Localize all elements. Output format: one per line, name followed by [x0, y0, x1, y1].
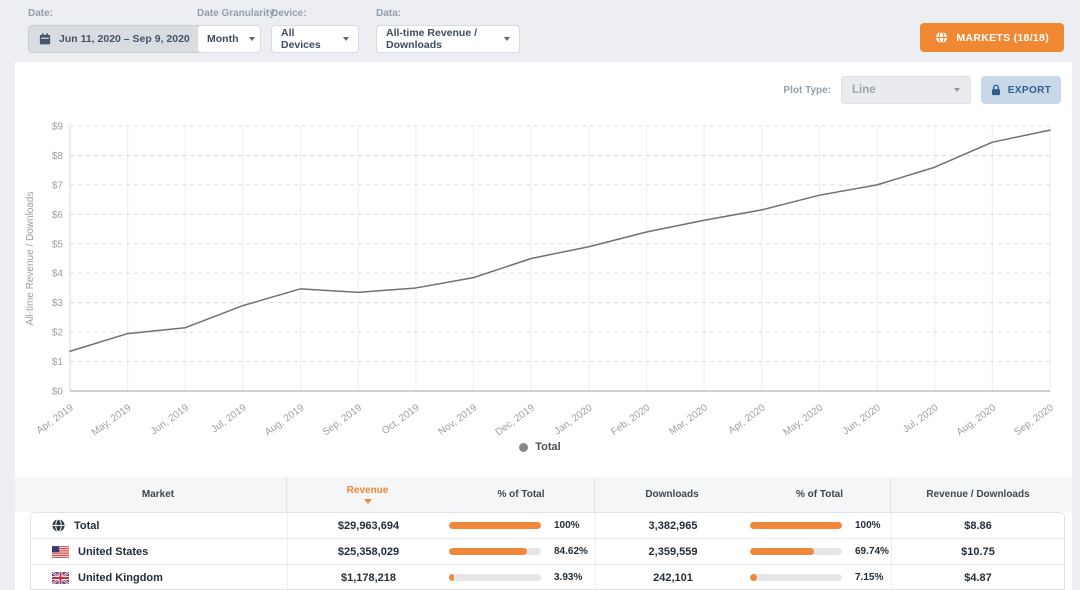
revenue-share-label: 84.62%: [554, 546, 588, 557]
analytics-dashboard: { "toolbar": { "date": { "label": "Date:…: [0, 0, 1080, 590]
revenue-value: $25,358,029: [288, 539, 449, 564]
column-header-revenue-share[interactable]: % of Total: [448, 477, 595, 512]
data-value: All-time Revenue / Downloads: [386, 27, 494, 51]
column-header-revenue-label: Revenue: [347, 485, 389, 496]
chevron-down-icon: [504, 37, 510, 41]
downloads-value: 2,359,559: [596, 539, 750, 564]
revenue-share-bar: [449, 548, 541, 555]
legend-label: Total: [535, 441, 560, 453]
downloads-share-label: 100%: [855, 520, 881, 531]
data-select[interactable]: All-time Revenue / Downloads: [376, 25, 520, 53]
device-label: Device:: [271, 8, 359, 19]
globe-icon: [52, 519, 65, 532]
granularity-select[interactable]: Month: [197, 25, 261, 53]
market-table-body: Total $29,963,694 100% 3,382,965 100% $8…: [30, 512, 1065, 590]
date-range-button[interactable]: Jun 11, 2020 – Sep 9, 2020 •••: [28, 25, 225, 53]
column-header-revenue[interactable]: Revenue: [287, 477, 448, 512]
table-row-total[interactable]: Total $29,963,694 100% 3,382,965 100% $8…: [31, 513, 1064, 539]
legend-item-total[interactable]: Total: [519, 441, 560, 453]
legend-dot-icon: [519, 443, 528, 452]
revenue-value: $29,963,694: [288, 513, 449, 538]
downloads-value: 3,382,965: [596, 513, 750, 538]
table-row-united-kingdom[interactable]: United Kingdom $1,178,218 3.93% 242,101 …: [31, 565, 1064, 590]
revenue-share-bar: [449, 574, 541, 581]
granularity-label: Date Granularity:: [197, 8, 278, 19]
revenue-per-download-value: $4.87: [892, 565, 1064, 590]
column-header-downloads[interactable]: Downloads: [595, 477, 749, 512]
downloads-share-bar: [750, 548, 842, 555]
export-button-label: EXPORT: [1008, 85, 1052, 96]
market-table-header: Market Revenue % of Total Downloads % of…: [15, 477, 1072, 512]
revenue-value: $1,178,218: [288, 565, 449, 590]
revenue-share-label: 100%: [554, 520, 580, 531]
chevron-down-icon: [343, 37, 349, 41]
downloads-share-bar: [750, 522, 842, 529]
data-filter-group: Data: All-time Revenue / Downloads: [376, 8, 520, 53]
date-range-value: Jun 11, 2020 – Sep 9, 2020: [59, 33, 190, 45]
date-filter-group: Date: Jun 11, 2020 – Sep 9, 2020 •••: [28, 8, 225, 53]
export-button[interactable]: EXPORT: [981, 76, 1061, 104]
device-filter-group: Device: All Devices: [271, 8, 359, 53]
device-select[interactable]: All Devices: [271, 25, 359, 53]
downloads-share-bar: [750, 574, 842, 581]
downloads-value: 242,101: [596, 565, 750, 590]
calendar-icon: [39, 33, 51, 45]
us-flag-icon: [52, 546, 69, 558]
market-name: United States: [78, 546, 148, 558]
uk-flag-icon: [52, 572, 69, 584]
downloads-share-label: 69.74%: [855, 546, 889, 557]
revenue-share-label: 3.93%: [554, 572, 582, 583]
column-header-downloads-share[interactable]: % of Total: [749, 477, 891, 512]
revenue-share-bar: [449, 522, 541, 529]
chart-legend: Total: [0, 441, 1080, 453]
chevron-down-icon: [249, 37, 255, 41]
granularity-value: Month: [207, 33, 239, 45]
column-header-market[interactable]: Market: [30, 477, 287, 512]
globe-icon: [935, 31, 948, 44]
chevron-down-icon: [954, 88, 960, 92]
lock-icon: [991, 84, 1001, 96]
markets-button[interactable]: MARKETS (18/18): [920, 23, 1064, 52]
revenue-per-download-value: $8.86: [892, 513, 1064, 538]
chart-controls: Plot Type: Line EXPORT: [783, 76, 1061, 104]
market-name: Total: [74, 520, 99, 532]
date-label: Date:: [28, 8, 225, 19]
market-name: United Kingdom: [78, 572, 163, 584]
plot-type-select[interactable]: Line: [841, 76, 971, 104]
downloads-share-label: 7.15%: [855, 572, 883, 583]
plot-type-label: Plot Type:: [783, 85, 831, 96]
revenue-per-download-value: $10.75: [892, 539, 1064, 564]
markets-button-label: MARKETS (18/18): [956, 32, 1049, 44]
sort-desc-icon: [364, 499, 372, 504]
device-value: All Devices: [281, 27, 333, 51]
granularity-filter-group: Date Granularity: Month: [197, 8, 278, 53]
plot-type-value: Line: [852, 84, 876, 96]
table-row-united-states[interactable]: United States $25,358,029 84.62% 2,359,5…: [31, 539, 1064, 565]
column-header-revenue-per-download[interactable]: Revenue / Downloads: [891, 477, 1065, 512]
data-label: Data:: [376, 8, 520, 19]
